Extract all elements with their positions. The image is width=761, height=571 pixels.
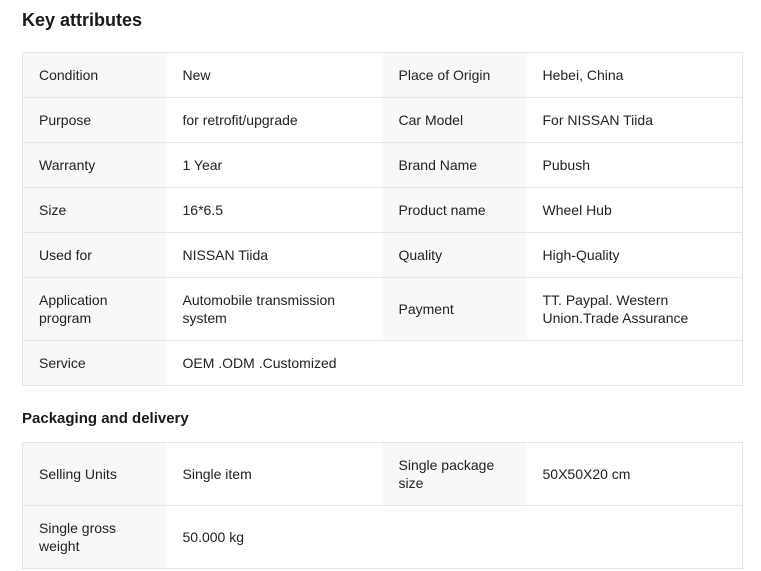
attr-value-product-name: Wheel Hub <box>526 187 743 233</box>
key-attributes-title: Key attributes <box>22 10 143 30</box>
attr-value-application-program: Automobile transmission system <box>166 277 383 341</box>
attr-label-brand-name: Brand Name <box>382 142 527 188</box>
attr-label-single-gross-weight: Single gross weight <box>22 505 167 569</box>
attr-label-used-for: Used for <box>22 232 167 278</box>
attr-value-service: OEM .ODM .Customized <box>166 340 743 386</box>
attr-value-single-gross-weight: 50.000 kg <box>166 505 743 569</box>
table-row: Service OEM .ODM .Customized <box>22 340 743 386</box>
attr-label-size: Size <box>22 187 167 233</box>
packaging-delivery-table: Selling Units Single item Single package… <box>22 442 743 569</box>
table-row: Purpose for retrofit/upgrade Car Model F… <box>22 97 743 143</box>
table-row: Selling Units Single item Single package… <box>22 442 743 506</box>
attr-value-used-for: NISSAN Tiida <box>166 232 383 278</box>
attr-value-payment: TT. Paypal. Western Union.Trade Assuranc… <box>526 277 743 341</box>
table-row: Single gross weight 50.000 kg <box>22 505 743 569</box>
table-row: Used for NISSAN Tiida Quality High-Quali… <box>22 232 743 278</box>
attr-value-warranty: 1 Year <box>166 142 383 188</box>
table-row: Condition New Place of Origin Hebei, Chi… <box>22 52 743 98</box>
attr-label-purpose: Purpose <box>22 97 167 143</box>
attr-label-place-of-origin: Place of Origin <box>382 52 527 98</box>
attr-value-size: 16*6.5 <box>166 187 383 233</box>
attr-value-condition: New <box>166 52 383 98</box>
product-attributes-panel: Key attributes Condition New Place of Or… <box>0 0 761 569</box>
attr-label-quality: Quality <box>382 232 527 278</box>
packaging-delivery-title: Packaging and delivery <box>22 410 189 427</box>
attr-value-purpose: for retrofit/upgrade <box>166 97 383 143</box>
attr-value-car-model: For NISSAN Tiida <box>526 97 743 143</box>
attr-value-place-of-origin: Hebei, China <box>526 52 743 98</box>
attr-label-service: Service <box>22 340 167 386</box>
attr-value-quality: High-Quality <box>526 232 743 278</box>
attr-label-product-name: Product name <box>382 187 527 233</box>
table-row: Size 16*6.5 Product name Wheel Hub <box>22 187 743 233</box>
attr-label-warranty: Warranty <box>22 142 167 188</box>
table-row: Application program Automobile transmiss… <box>22 277 743 341</box>
attr-value-selling-units: Single item <box>166 442 383 506</box>
attr-label-payment: Payment <box>382 277 527 341</box>
attr-label-selling-units: Selling Units <box>22 442 167 506</box>
attr-value-single-package-size: 50X50X20 cm <box>526 442 743 506</box>
table-row: Warranty 1 Year Brand Name Pubush <box>22 142 743 188</box>
attr-label-car-model: Car Model <box>382 97 527 143</box>
key-attributes-table: Condition New Place of Origin Hebei, Chi… <box>22 52 743 386</box>
attr-value-brand-name: Pubush <box>526 142 743 188</box>
attr-label-condition: Condition <box>22 52 167 98</box>
attr-label-single-package-size: Single package size <box>382 442 527 506</box>
attr-label-application-program: Application program <box>22 277 167 341</box>
